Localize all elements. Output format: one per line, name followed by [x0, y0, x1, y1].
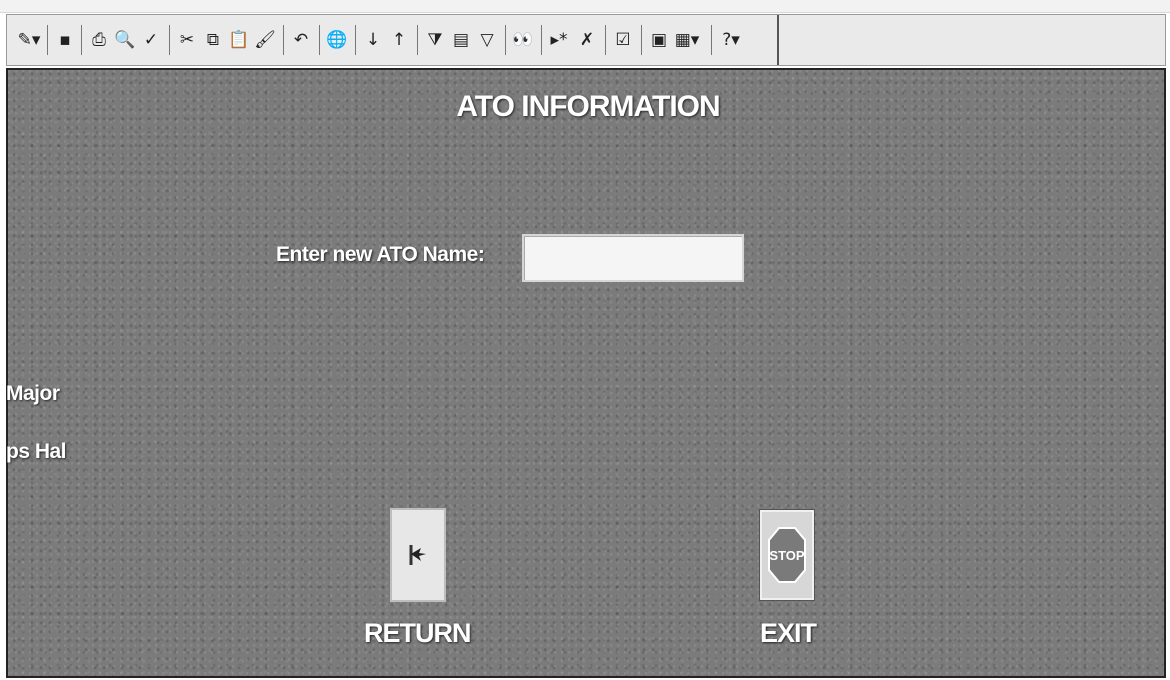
toolbar-separator [541, 25, 542, 55]
toolbar: ✎▾ ▪ ⎙ 🔍 ✓ ✂ ⧉ 📋 🖌 ↶ 🌐 ↓ ↑ ⧩ ▤ ▽ 👀 ▸* ✗ … [6, 14, 1166, 66]
apply-filter-icon[interactable]: ▽ [473, 25, 501, 55]
properties-icon[interactable]: ☑ [609, 25, 637, 55]
filter-by-selection-icon[interactable]: ⧩ [421, 25, 449, 55]
toolbar-separator [417, 25, 418, 55]
toolbar-separator [47, 25, 48, 55]
new-record-icon[interactable]: ▸* [545, 25, 573, 55]
copy-icon[interactable]: ⧉ [199, 25, 227, 55]
save-icon[interactable]: ▪ [51, 25, 79, 55]
toolbar-separator [81, 25, 82, 55]
print-preview-icon[interactable]: 🔍 [111, 25, 139, 55]
sort-descending-icon[interactable]: ↑ [385, 25, 413, 55]
toolbar-separator [355, 25, 356, 55]
toolbar-buttons: ✎▾ ▪ ⎙ 🔍 ✓ ✂ ⧉ 📋 🖌 ↶ 🌐 ↓ ↑ ⧩ ▤ ▽ 👀 ▸* ✗ … [7, 15, 779, 65]
window-top-strip [0, 0, 1170, 13]
insert-hyperlink-icon[interactable]: 🌐 [323, 25, 351, 55]
side-text-ops-hall: ps Hal [6, 440, 67, 463]
ato-name-input[interactable] [522, 234, 744, 282]
return-button[interactable] [390, 508, 446, 602]
ato-information-form: ATO INFORMATION Enter new ATO Name: Majo… [6, 68, 1166, 678]
return-label: RETURN [364, 618, 471, 648]
undo-icon[interactable]: ↶ [287, 25, 315, 55]
toolbar-separator [169, 25, 170, 55]
database-window-icon[interactable]: ▣ [645, 25, 673, 55]
print-icon[interactable]: ⎙ [85, 25, 113, 55]
new-object-icon[interactable]: ▦▾ [673, 25, 701, 55]
toolbar-separator [319, 25, 320, 55]
stop-sign-icon: STOP [768, 527, 806, 583]
spelling-icon[interactable]: ✓ [137, 25, 165, 55]
cut-icon[interactable]: ✂ [173, 25, 201, 55]
binoculars-icon[interactable]: 👀 [509, 25, 537, 55]
format-painter-icon[interactable]: 🖌 [251, 25, 279, 55]
sort-ascending-icon[interactable]: ↓ [359, 25, 387, 55]
exit-button[interactable]: STOP [759, 509, 815, 601]
exit-label: EXIT [760, 618, 817, 648]
return-arrow-icon [409, 545, 426, 565]
toolbar-separator [711, 25, 712, 55]
side-text-major: Major [6, 382, 60, 405]
stop-sign-text: STOP [769, 548, 804, 563]
help-icon[interactable]: ?▾ [717, 25, 745, 55]
toolbar-separator [605, 25, 606, 55]
toolbar-separator [283, 25, 284, 55]
form-title: ATO INFORMATION [456, 90, 720, 123]
paste-icon[interactable]: 📋 [225, 25, 253, 55]
toolbar-separator [505, 25, 506, 55]
ato-name-label: Enter new ATO Name: [276, 243, 485, 266]
delete-record-icon[interactable]: ✗ [573, 25, 601, 55]
toolbar-separator [641, 25, 642, 55]
filter-by-form-icon[interactable]: ▤ [447, 25, 475, 55]
view-design-icon[interactable]: ✎▾ [15, 25, 43, 55]
